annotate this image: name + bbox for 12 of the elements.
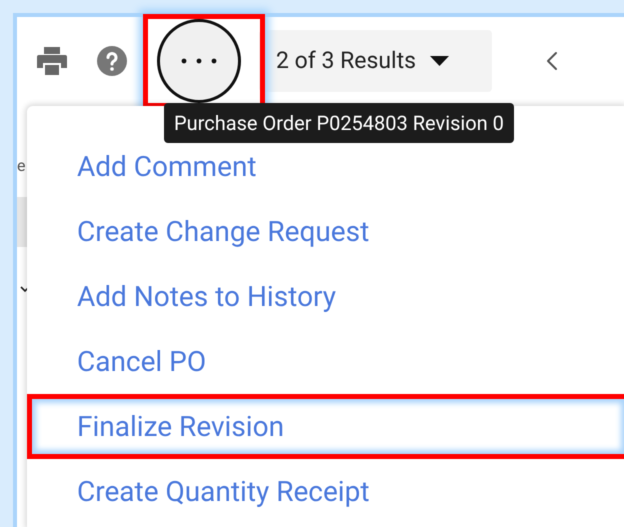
menu-item[interactable]: Finalize Revision (77, 406, 284, 448)
printer-icon[interactable] (37, 47, 67, 75)
menu-item[interactable]: Add Notes to History (77, 276, 336, 318)
help-icon[interactable] (97, 46, 127, 76)
background-text: e (17, 157, 26, 175)
caret-down-icon (430, 56, 449, 66)
menu-item[interactable]: Create Quantity Receipt (77, 470, 370, 512)
menu-item[interactable]: Add Comment (77, 146, 257, 188)
menu-item[interactable]: Cancel PO (77, 340, 206, 382)
tooltip: Purchase Order P0254803 Revision 0 (164, 103, 514, 143)
ellipsis-icon (181, 58, 217, 64)
menu-item[interactable]: Create Change Request (77, 210, 370, 252)
